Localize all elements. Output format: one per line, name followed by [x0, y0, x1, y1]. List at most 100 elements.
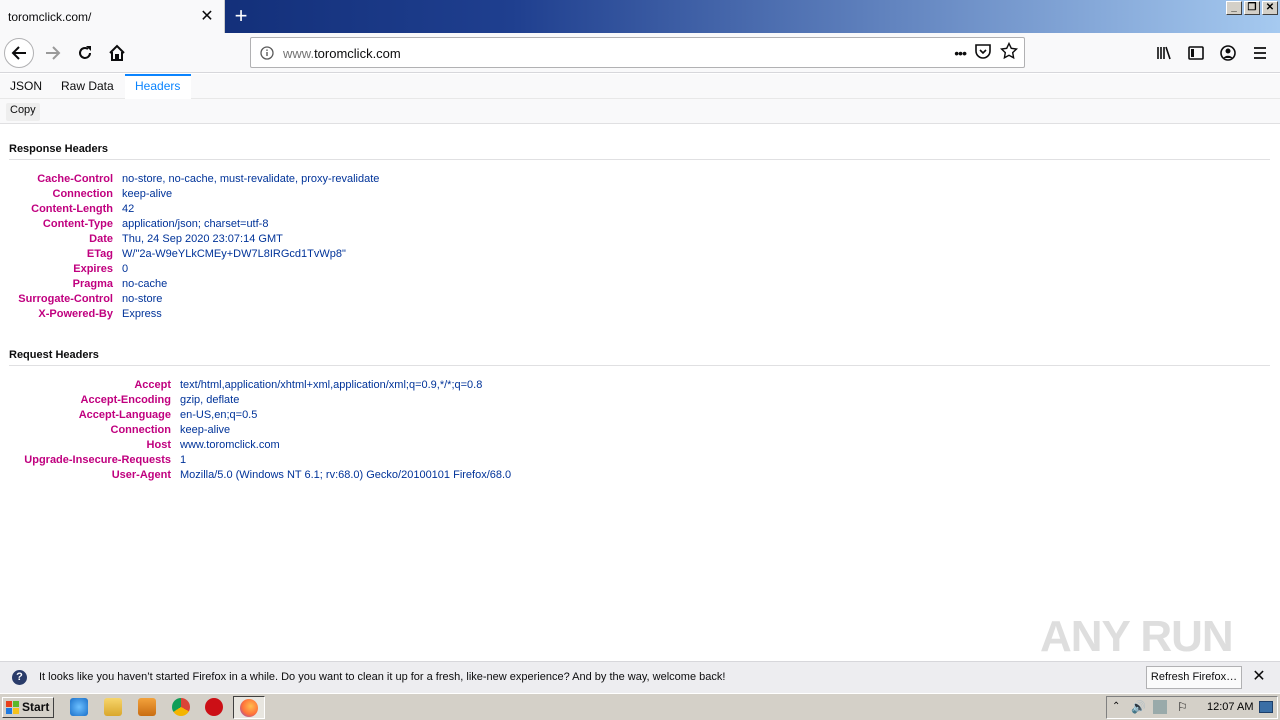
site-info-icon[interactable] — [260, 46, 274, 63]
firefox-icon — [240, 699, 258, 717]
header-value: keep-alive — [122, 188, 173, 200]
header-name: Connection — [52, 188, 114, 200]
back-button[interactable] — [4, 38, 34, 68]
header-name: ETag — [86, 248, 113, 260]
response-headers-title: Response Headers — [9, 143, 109, 155]
notification-close-icon[interactable]: ✕ — [1250, 668, 1268, 686]
restore-button[interactable]: ❐ — [1244, 1, 1260, 15]
header-name: Pragma — [72, 278, 113, 290]
home-icon — [109, 44, 125, 61]
new-tab-button[interactable]: + — [230, 5, 252, 27]
browser-tab[interactable]: toromclick.com/ ✕ — [0, 0, 225, 33]
close-window-button[interactable]: ✕ — [1262, 1, 1278, 15]
start-label: Start — [22, 700, 50, 714]
header-value: no-store — [122, 293, 163, 305]
account-button[interactable] — [1216, 38, 1240, 68]
header-name: Date — [89, 233, 113, 245]
internet-explorer-icon[interactable] — [70, 698, 88, 716]
header-value: Express — [122, 308, 162, 320]
forward-button[interactable] — [38, 38, 68, 68]
header-name: Host — [146, 439, 171, 451]
minimize-button[interactable]: _ — [1226, 1, 1242, 15]
header-value: 0 — [122, 263, 129, 275]
hamburger-menu-icon — [1254, 47, 1266, 59]
page-actions-menu-button[interactable]: ••• — [954, 45, 967, 61]
header-name: X-Powered-By — [38, 308, 113, 320]
media-player-icon[interactable] — [138, 698, 156, 716]
volume-icon[interactable]: 🔊 — [1131, 700, 1146, 714]
reload-icon — [79, 46, 91, 59]
json-viewer-tabs: JSON Raw Data Headers — [0, 74, 1280, 99]
header-name: Connection — [110, 424, 172, 436]
header-name: Accept-Encoding — [80, 394, 171, 406]
taskbar: Start ⌃ 🔊 ⚐ 12:07 AM — [0, 693, 1280, 720]
header-value: en-US,en;q=0.5 — [180, 409, 258, 421]
question-icon: ? — [12, 670, 27, 685]
notification-text: It looks like you haven’t started Firefo… — [39, 671, 726, 683]
header-name: Accept — [134, 379, 171, 391]
header-value: no-store, no-cache, must-revalidate, pro… — [122, 173, 380, 185]
refresh-firefox-button[interactable]: Refresh Firefox… — [1146, 666, 1242, 689]
url-domain: toromclick.com — [314, 46, 401, 61]
header-value: www.toromclick.com — [180, 439, 280, 451]
header-name: Upgrade-Insecure-Requests — [24, 454, 171, 466]
header-value: Mozilla/5.0 (Windows NT 6.1; rv:68.0) Ge… — [180, 469, 512, 481]
start-button[interactable]: Start — [2, 697, 54, 718]
header-name: Content-Length — [31, 203, 113, 215]
opera-icon[interactable] — [205, 698, 223, 716]
tab-close-icon[interactable]: ✕ — [197, 7, 217, 27]
divider — [9, 159, 1270, 160]
network-icon[interactable] — [1153, 700, 1167, 714]
url-host-prefix: www. — [283, 46, 315, 61]
header-value: W/"2a-W9eYLkCMEy+DW7L8IRGcd1TvWp8" — [122, 248, 346, 260]
header-value: no-cache — [122, 278, 168, 290]
library-icon — [1157, 46, 1171, 60]
header-value: Thu, 24 Sep 2020 23:07:14 GMT — [122, 233, 283, 245]
chrome-icon[interactable] — [172, 698, 190, 716]
tab-strip: toromclick.com/ ✕ + _ ❐ ✕ — [0, 0, 1280, 33]
menu-button[interactable] — [1248, 38, 1272, 68]
tab-headers[interactable]: Headers — [125, 74, 191, 99]
header-name: User-Agent — [111, 469, 171, 481]
pocket-icon[interactable] — [974, 42, 992, 63]
url-text[interactable]: www.toromclick.com — [283, 46, 401, 61]
tab-title: toromclick.com/ — [8, 10, 92, 24]
bookmark-star-icon[interactable] — [999, 41, 1019, 63]
account-icon — [1220, 45, 1236, 61]
anyrun-watermark: ANY RUN — [1040, 612, 1234, 661]
header-value: keep-alive — [180, 424, 231, 436]
file-explorer-icon[interactable] — [104, 698, 122, 716]
header-name: Expires — [73, 263, 113, 275]
header-value: application/json; charset=utf-8 — [122, 218, 269, 230]
back-arrow-icon — [11, 46, 26, 60]
header-value: text/html,application/xhtml+xml,applicat… — [180, 379, 483, 391]
reload-button[interactable] — [70, 38, 100, 68]
window-controls: _ ❐ ✕ — [1226, 1, 1278, 15]
home-button[interactable] — [102, 38, 132, 68]
header-name: Content-Type — [42, 218, 113, 230]
navigation-toolbar: www.toromclick.com ••• — [0, 33, 1280, 73]
header-value: gzip, deflate — [180, 394, 240, 406]
tray-expand-icon[interactable]: ⌃ — [1112, 701, 1120, 712]
header-value: 42 — [122, 203, 135, 215]
url-bar[interactable]: www.toromclick.com ••• — [250, 37, 1025, 68]
notification-bar: ? It looks like you haven’t started Fire… — [0, 661, 1280, 693]
sidebar-button[interactable] — [1184, 38, 1208, 68]
library-button[interactable] — [1152, 38, 1176, 68]
toolbar-right — [1152, 38, 1272, 68]
header-name: Cache-Control — [37, 173, 113, 185]
divider — [9, 365, 1270, 366]
page-actions: ••• — [954, 41, 1019, 63]
tab-raw-data[interactable]: Raw Data — [61, 74, 114, 99]
action-center-flag-icon[interactable]: ⚐ — [1177, 700, 1188, 714]
header-value: 1 — [180, 454, 187, 466]
forward-arrow-icon — [46, 46, 61, 60]
system-tray: ⌃ 🔊 ⚐ 12:07 AM — [1106, 696, 1278, 719]
copy-button[interactable]: Copy — [6, 103, 40, 121]
request-headers-title: Request Headers — [9, 349, 99, 361]
tab-json[interactable]: JSON — [10, 74, 42, 99]
clock[interactable]: 12:07 AM — [1207, 701, 1253, 713]
headers-toolbar: Copy — [0, 99, 1280, 124]
firefox-taskbar-button[interactable] — [233, 696, 265, 719]
show-desktop-icon[interactable] — [1259, 701, 1273, 713]
